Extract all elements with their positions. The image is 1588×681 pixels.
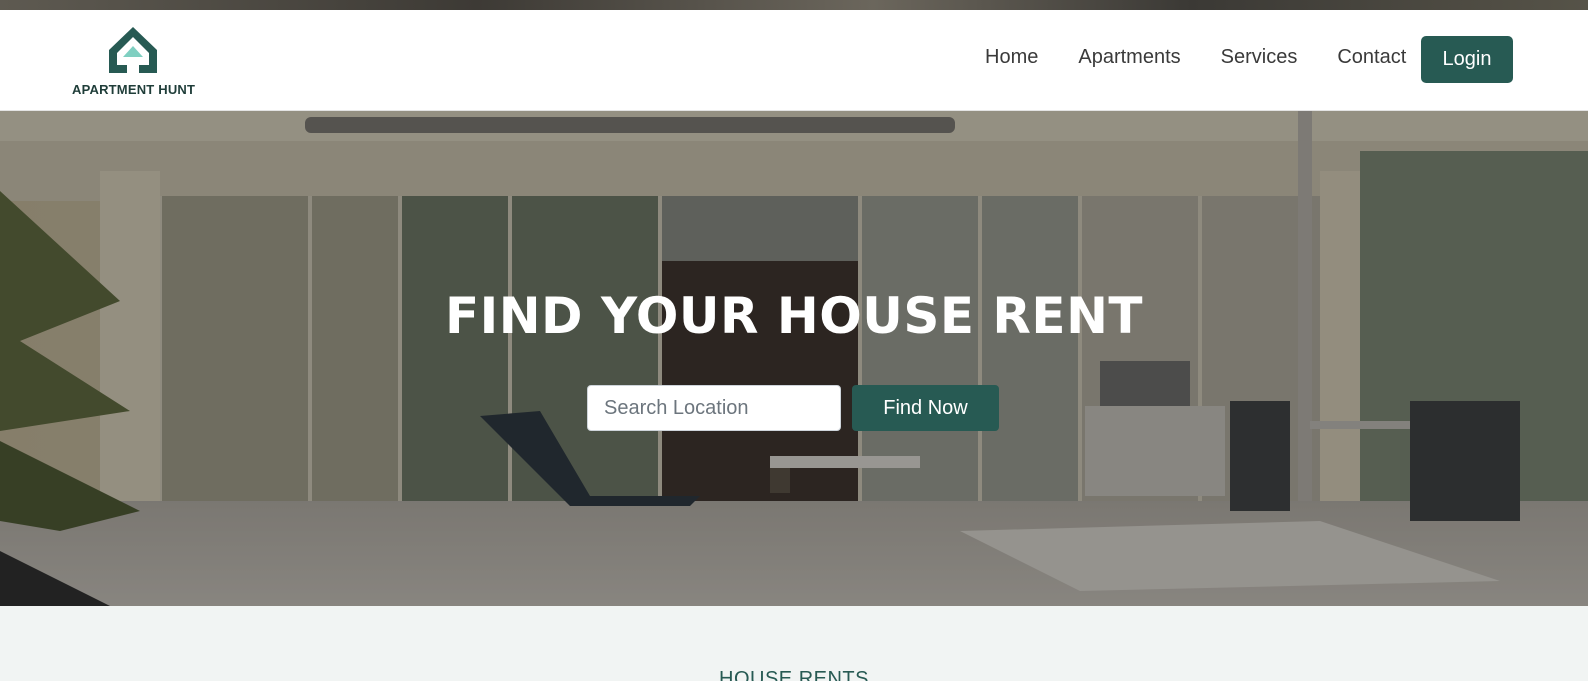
- section-subtitle: HOUSE RENTS: [719, 668, 869, 681]
- search-location-input[interactable]: [587, 385, 841, 431]
- login-button[interactable]: Login: [1421, 36, 1513, 83]
- brand-name: APARTMENT HUNT: [72, 82, 196, 97]
- hero-banner: FIND YOUR HOUSE RENT Find Now: [0, 111, 1588, 606]
- nav-apartments-link[interactable]: Apartments: [1078, 46, 1180, 69]
- navbar: APARTMENT HUNT Home Apartments Services …: [0, 10, 1588, 111]
- house-icon: [109, 27, 157, 73]
- house-rents-section: HOUSE RENTS: [0, 606, 1588, 681]
- nav-home-link[interactable]: Home: [985, 46, 1038, 69]
- main-nav: Home Apartments Services Contact: [985, 46, 1446, 69]
- nav-contact-link[interactable]: Contact: [1337, 46, 1406, 69]
- find-now-button[interactable]: Find Now: [852, 385, 999, 431]
- hero-title: FIND YOUR HOUSE RENT: [444, 287, 1144, 345]
- brand-logo[interactable]: APARTMENT HUNT: [72, 24, 202, 98]
- top-photo-strip: [0, 0, 1588, 10]
- nav-services-link[interactable]: Services: [1221, 46, 1298, 69]
- hero-dark-overlay: [0, 111, 1588, 606]
